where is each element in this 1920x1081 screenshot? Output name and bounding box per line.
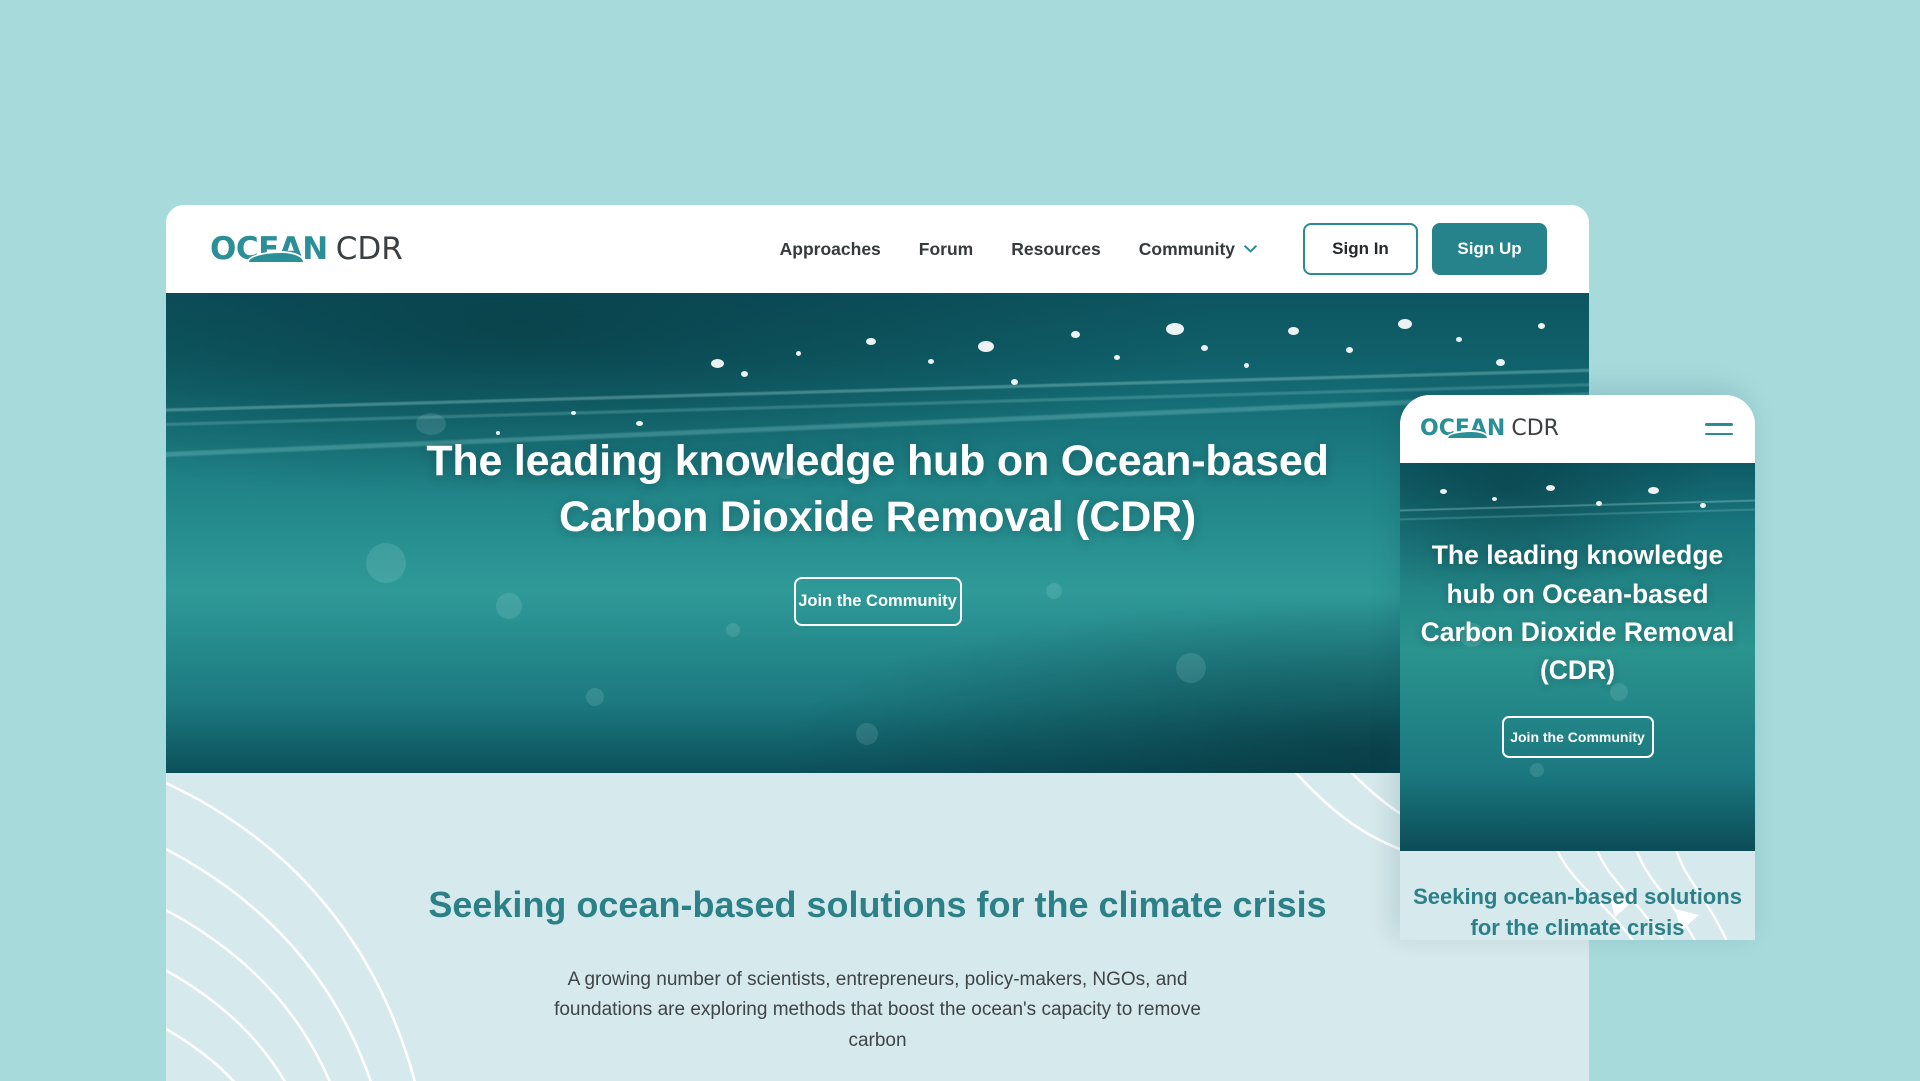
nav-item-label: Approaches <box>779 238 881 259</box>
section-title: Seeking ocean-based solutions for the cl… <box>428 884 1327 925</box>
join-community-button[interactable]: Join the Community <box>793 576 962 626</box>
mobile-hero-content: The leading knowledge hub on Ocean-based… <box>1400 463 1755 851</box>
section-body-text: A growing number of scientists, entrepre… <box>554 968 1201 1052</box>
desktop-website-mockup: OCEAN CDR Approaches Forum Resources Com… <box>166 205 1589 1081</box>
logo-wordmark-primary: OCEAN <box>210 230 328 267</box>
nav-item-label: Community <box>1138 238 1235 259</box>
hamburger-line <box>1705 432 1733 435</box>
screenshot-canvas: OCEAN CDR Approaches Forum Resources Com… <box>0 0 1920 1081</box>
primary-navigation: Approaches Forum Resources Community <box>780 239 1257 260</box>
logo-wordmark-secondary: CDR <box>335 230 403 267</box>
nav-item-approaches[interactable]: Approaches <box>780 239 881 260</box>
hero-title: The leading knowledge hub on Ocean-based… <box>426 437 1329 541</box>
mobile-intro-section: Seeking ocean-based solutions for the cl… <box>1400 851 1755 940</box>
mobile-join-community-button[interactable]: Join the Community <box>1501 715 1654 758</box>
chevron-down-icon <box>1244 245 1257 253</box>
nav-item-label: Resources <box>1011 238 1101 259</box>
mobile-hero-title: The leading knowledge hub on Ocean-based… <box>1420 540 1735 686</box>
mobile-website-mockup: OCEAN CDR The leading knowledge hub on O… <box>1400 395 1755 940</box>
mobile-section-title: Seeking ocean-based solutions for the cl… <box>1413 884 1742 940</box>
hamburger-line <box>1705 423 1733 426</box>
nav-item-label: Forum <box>918 238 974 259</box>
mobile-hero-section: The leading knowledge hub on Ocean-based… <box>1400 463 1755 851</box>
nav-item-forum[interactable]: Forum <box>919 239 973 260</box>
hero-content: The leading knowledge hub on Ocean-based… <box>166 293 1589 773</box>
hamburger-menu-icon[interactable] <box>1705 423 1733 435</box>
sign-in-button[interactable]: Sign In <box>1303 223 1418 275</box>
nav-item-community[interactable]: Community <box>1139 239 1257 260</box>
hero-section: The leading knowledge hub on Ocean-based… <box>166 293 1589 773</box>
site-logo[interactable]: OCEAN CDR <box>210 230 403 267</box>
sign-up-button[interactable]: Sign Up <box>1432 223 1547 275</box>
auth-buttons: Sign In Sign Up <box>1303 223 1547 275</box>
site-header: OCEAN CDR Approaches Forum Resources Com… <box>166 205 1589 293</box>
logo-wave-icon <box>248 252 303 262</box>
nav-item-resources[interactable]: Resources <box>1011 239 1101 260</box>
intro-section: Seeking ocean-based solutions for the cl… <box>166 773 1589 1081</box>
